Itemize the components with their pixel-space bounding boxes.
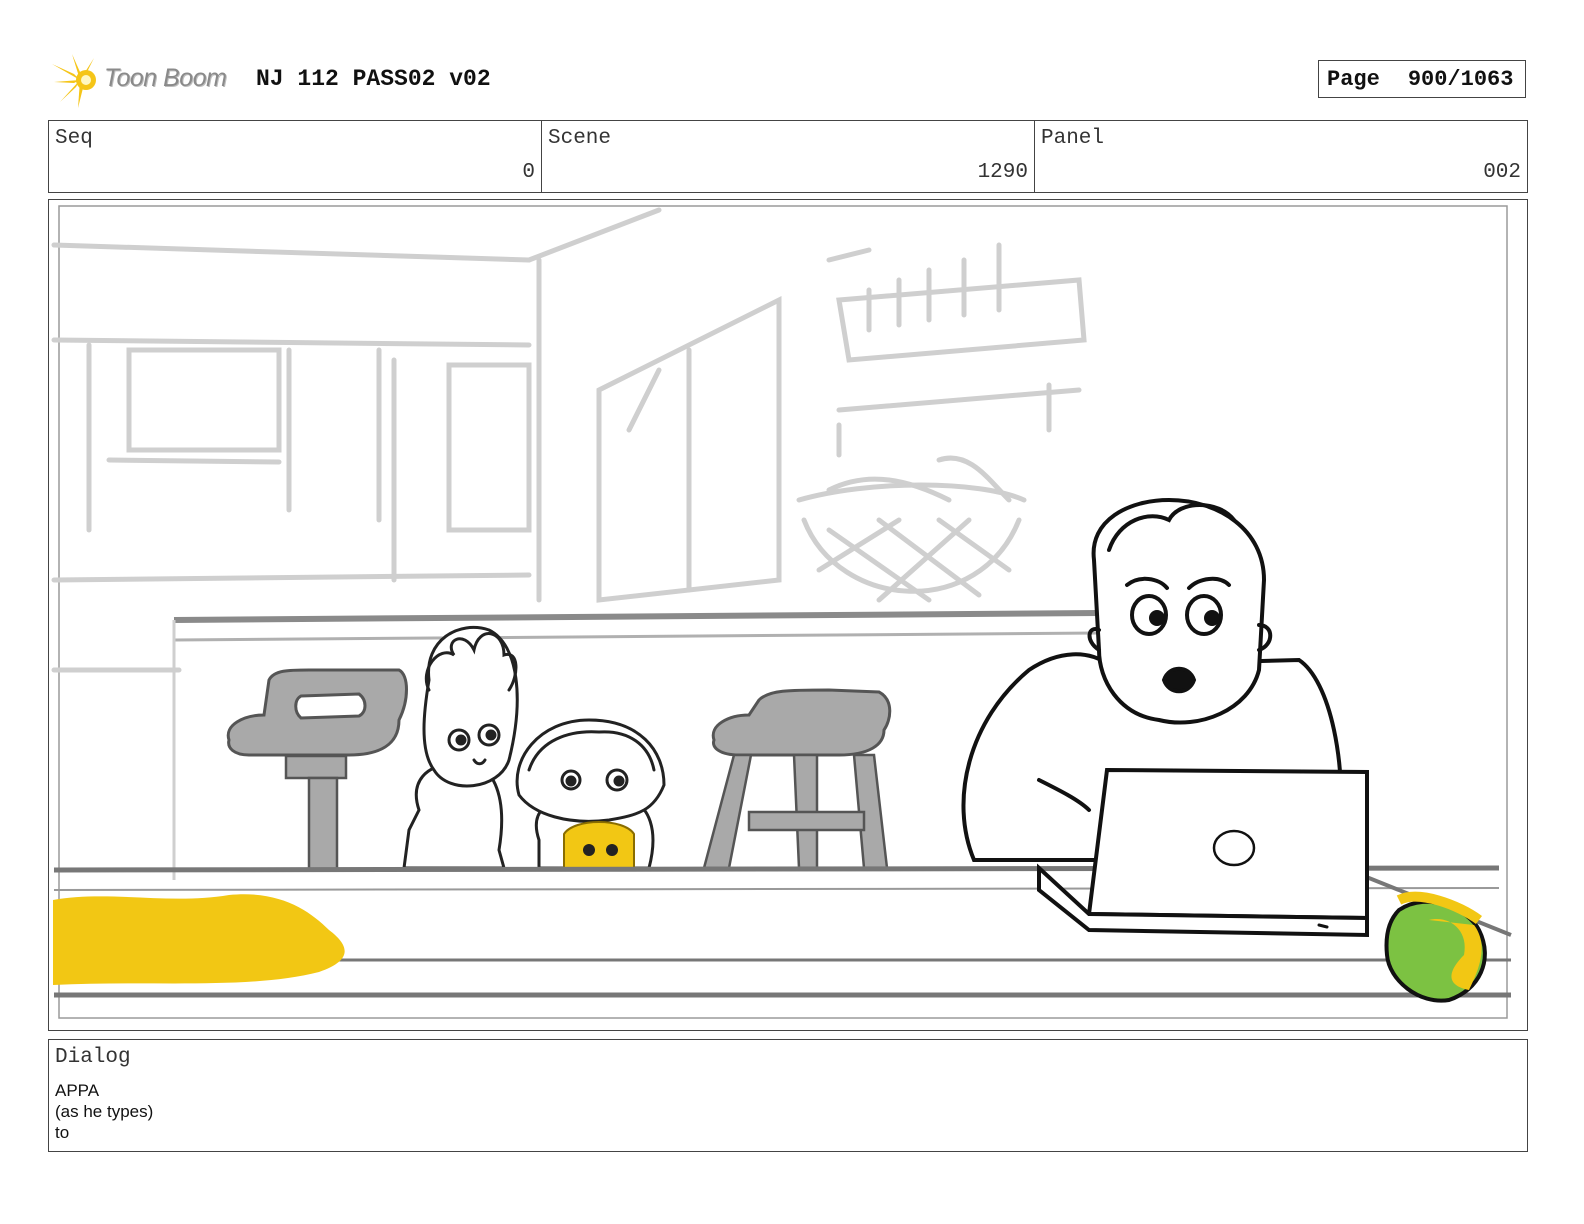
kid-character-left [402,625,519,870]
storyboard-drawing [51,205,1512,1019]
panel-label: Panel [1041,127,1105,150]
page-indicator: Page 900/1063 [1318,60,1526,98]
scene-label: Scene [548,127,612,150]
scene-value: 1290 [977,161,1028,184]
starburst-icon [52,54,96,108]
toon-boom-logo: Toon Boom [50,50,240,110]
seq-label: Seq [55,127,93,150]
seq-cell: Seq 0 [49,121,542,192]
dialog-label: Dialog [55,1046,131,1069]
seq-value: 0 [522,161,535,184]
stool-left [226,668,408,872]
panel-info-row: Seq 0 Scene 1290 Panel 002 [48,120,1528,193]
dialog-box: Dialog APPA (as he types) to [48,1039,1528,1152]
yellow-spill [53,894,345,985]
stool-right [702,688,892,870]
page-number: 900/1063 [1407,66,1514,92]
kitchen-background-sketch [51,207,1087,673]
panel-cell: Panel 002 [1035,121,1527,192]
panel-value: 002 [1483,161,1521,184]
dialog-line-character: APPA [55,1081,100,1100]
scene-cell: Scene 1290 [542,121,1035,192]
dialog-line-text: to [55,1123,70,1142]
page-label: Page [1327,66,1380,92]
project-title: NJ 112 PASS02 v02 [256,66,491,92]
mango [1384,891,1487,1003]
kid-character-middle [515,718,666,870]
logo-text: Toon Boom [104,64,227,92]
dialog-line-parenthetical: (as he types) [55,1102,154,1121]
dialog-text: APPA (as he types) to [55,1080,153,1143]
storyboard-panel [48,199,1528,1031]
